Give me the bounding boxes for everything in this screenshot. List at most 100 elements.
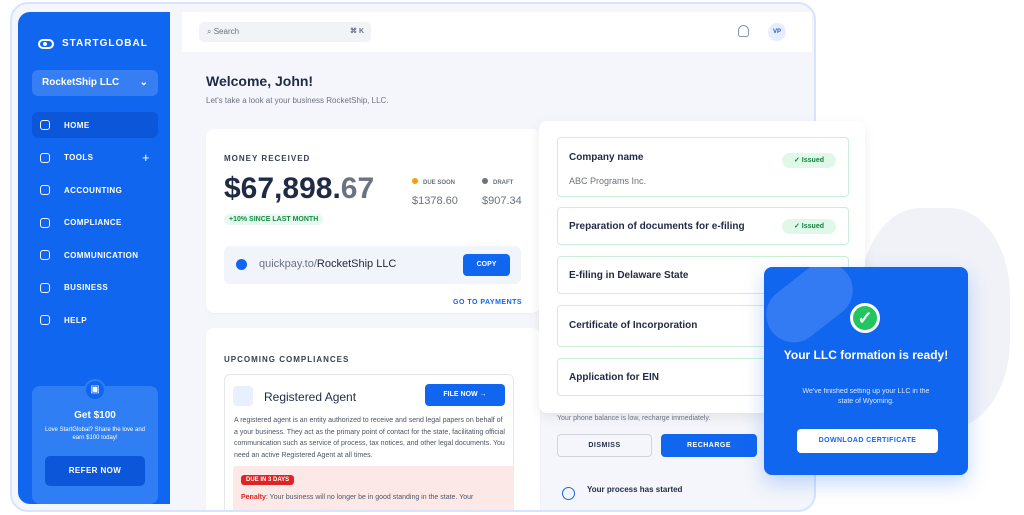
sidebar-item-home[interactable]: HOME [32,112,158,138]
penalty-label: Penalty [241,494,266,501]
search-icon: ⌕ [207,27,212,36]
registered-agent-item: Registered Agent FILE NOW → A registered… [224,374,514,510]
quickpay-link[interactable]: quickpay.to/RocketShip LLC COPY [224,246,521,284]
due-soon-label: DUE SOON [412,178,455,186]
due-soon-text: DUE SOON [423,180,456,186]
chevron-down-icon: ⌄ [139,77,148,88]
step-document-preparation[interactable]: Preparation of documents for e-filing ✓ I… [557,207,849,245]
file-now-button[interactable]: FILE NOW → [425,384,505,406]
company-switcher[interactable]: RocketShip LLC ⌄ [32,70,158,96]
info-icon [562,487,575,500]
draft-main: $907. [482,195,510,207]
penalty-text: Penalty: Your business will no longer be… [241,494,473,501]
amount-cents: 67 [340,172,375,205]
check-icon: ✓ [850,303,880,333]
referral-text: Love StartGlobal? Share the love and ear… [44,427,146,441]
money-caption: MONEY RECEIVED [224,154,311,163]
issued-badge: ✓ Issued [782,153,836,168]
top-bar: ⌕ Search ⌘ K VP [182,12,812,52]
search-shortcut: ⌘ K [350,28,364,35]
step-title: Company name [569,152,644,163]
llc-ready-card: ✓ Your LLC formation is ready! We've fin… [764,267,968,475]
document-icon [40,217,50,228]
growth-badge: +10% SINCE LAST MONTH [224,214,324,225]
sidebar: STARTGLOBAL RocketShip LLC ⌄ HOME TOOLS + … [18,12,170,504]
sidebar-nav: HOME TOOLS + ACCOUNTING COMPLIANCE COMMUN… [32,112,158,340]
search-input[interactable]: ⌕ Search ⌘ K [199,22,371,42]
referral-title: Get $100 [74,410,116,421]
cube-icon [40,152,50,163]
plus-icon[interactable]: + [142,150,150,165]
link-icon [236,259,247,270]
step-title: Application for EIN [569,372,659,383]
due-soon-main: $1378. [412,195,446,207]
recharge-button[interactable]: RECHARGE [661,434,757,457]
nav-label: HELP [64,315,87,325]
company-name: RocketShip LLC [42,77,120,88]
bell-icon[interactable] [738,25,749,37]
due-soon-value: $1378.60 [412,195,458,207]
registered-agent-title: Registered Agent [264,390,357,404]
wallet-icon [40,185,50,195]
ready-description: We've finished setting up your LLC in th… [802,388,930,405]
referral-card: ▣ Get $100 Love StartGlobal? Share the lov… [32,379,158,504]
sidebar-item-compliance[interactable]: COMPLIANCE [32,210,158,236]
logo-icon [38,38,54,49]
step-title: Preparation of documents for e-filing [569,221,745,232]
due-badge: DUE IN 3 DAYS [241,475,295,485]
sidebar-item-tools[interactable]: TOOLS + [32,145,158,171]
sidebar-item-business[interactable]: BUSINESS [32,275,158,301]
due-alert: DUE IN 3 DAYS Penalty: Your business will… [233,466,514,510]
upcoming-compliances-card: UPCOMING COMPLIANCES Registered Agent FI… [206,328,540,510]
company-name-value: ABC Programs Inc. [569,176,647,186]
process-started-text: Your process has started [587,485,683,494]
nav-label: COMMUNICATION [64,250,139,260]
ready-title: Your LLC formation is ready! [783,348,949,362]
draft-cents: 34 [509,195,522,207]
sidebar-item-help[interactable]: HELP [32,307,158,333]
brand-name: STARTGLOBAL [62,38,148,49]
compliance-caption: UPCOMING COMPLIANCES [224,355,350,364]
rocket-icon [764,267,864,354]
brand: STARTGLOBAL [38,38,148,49]
amount-main: $67,898. [224,172,341,205]
mail-icon [40,250,50,260]
nav-label: HOME [64,120,90,130]
page-subtitle: Let's take a look at your business Rocke… [206,96,389,105]
gift-icon: ▣ [84,379,106,401]
phone-balance-panel: Your phone balance is low, recharge imme… [539,413,779,515]
avatar[interactable]: VP [768,23,786,41]
issued-badge: ✓ Issued [782,219,836,234]
nav-label: COMPLIANCE [64,218,122,227]
draft-text: DRAFT [493,180,514,186]
copy-button[interactable]: COPY [463,254,510,276]
download-certificate-button[interactable]: DOWNLOAD CERTIFICATE [797,429,938,453]
sidebar-item-accounting[interactable]: ACCOUNTING [32,177,158,203]
nav-label: ACCOUNTING [64,185,123,195]
money-amount: $67,898.67 [224,172,374,206]
building-icon [40,282,50,293]
money-received-card: MONEY RECEIVED $67,898.67 +10% SINCE LAS… [206,129,540,313]
go-to-payments-link[interactable]: GO TO PAYMENTS [453,299,522,306]
search-placeholder: Search [213,27,240,36]
registered-agent-description: A registered agent is an entity authoriz… [234,417,505,459]
refer-now-button[interactable]: REFER NOW [45,456,145,486]
quickpay-prefix: quickpay.to/ [259,258,317,270]
step-title: E-filing in Delaware State [569,270,689,281]
due-soon-cents: 60 [445,195,458,207]
page-title: Welcome, John! [206,73,314,89]
step-title: Certificate of Incorporation [569,320,698,331]
document-icon [233,386,253,406]
draft-label: DRAFT [482,178,513,186]
penalty-description: : Your business will no longer be in goo… [265,494,474,501]
phone-balance-text: Your phone balance is low, recharge imme… [557,415,711,422]
nav-label: BUSINESS [64,283,109,292]
help-icon [40,315,50,325]
home-icon [40,120,50,130]
nav-label: TOOLS [64,153,94,162]
quickpay-name: RocketShip LLC [316,258,397,270]
sidebar-item-communication[interactable]: COMMUNICATION [32,242,158,268]
step-company-name[interactable]: Company name ✓ Issued ABC Programs Inc. [557,137,849,197]
dismiss-button[interactable]: DISMISS [557,434,652,457]
draft-value: $907.34 [482,195,522,207]
